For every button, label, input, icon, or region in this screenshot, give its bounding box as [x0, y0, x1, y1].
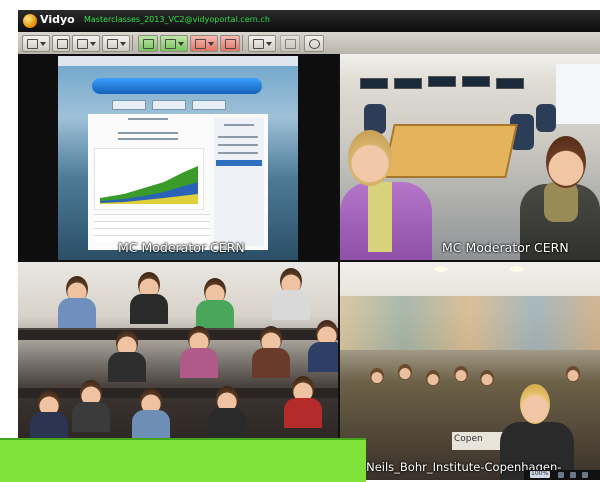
- room-monitor: [394, 78, 422, 89]
- speaker-button[interactable]: [160, 35, 188, 52]
- shared-page-tab: [112, 100, 146, 110]
- zoom-badge: 100%: [530, 470, 550, 478]
- shared-page-banner: [92, 78, 262, 94]
- participant-left-shirt: [368, 182, 392, 252]
- chevron-down-icon: [266, 42, 272, 46]
- shared-screen: [58, 56, 298, 260]
- self-view-icon: [57, 39, 68, 49]
- audience-member: [426, 370, 440, 386]
- chevron-down-icon: [90, 42, 96, 46]
- conference-title: Masterclasses_2013_VC2@vidyoportal.cern.…: [84, 15, 270, 24]
- shared-sidebar-text: [218, 144, 258, 146]
- tile-caption: MC Moderator CERN: [442, 240, 569, 255]
- shared-page-heading: [128, 118, 168, 120]
- video-tile-cern[interactable]: MC Moderator CERN: [340, 54, 600, 260]
- participants-icon: [253, 39, 264, 49]
- participants-button[interactable]: [248, 35, 276, 52]
- title-bar: Vidyo Masterclasses_2013_VC2@vidyoportal…: [18, 10, 600, 32]
- microphone-button[interactable]: [190, 35, 218, 52]
- toolbar-divider: [242, 35, 243, 51]
- shared-sidebar-text: [224, 124, 254, 126]
- participant-left-head: [348, 130, 392, 186]
- video-icon: [225, 39, 236, 49]
- room-window: [556, 64, 600, 124]
- classroom-bench: [18, 386, 338, 398]
- audience-member: [566, 366, 580, 382]
- gear-icon: [309, 39, 320, 49]
- office-chair: [536, 104, 556, 132]
- classroom-bench: [18, 328, 338, 340]
- speaker-icon: [165, 39, 176, 49]
- audience-member: [370, 368, 384, 384]
- wall-mural: [340, 296, 600, 350]
- microphone-icon: [195, 39, 206, 49]
- room-sign-text: Copen: [454, 434, 483, 444]
- shared-sidebar-selection: [216, 160, 262, 166]
- shared-sidebar-text: [218, 136, 258, 138]
- tray-volume-icon[interactable]: [570, 472, 576, 478]
- shared-page-text: [118, 138, 178, 140]
- monitor-icon: [77, 39, 88, 49]
- video-mute-button[interactable]: [220, 35, 240, 52]
- vidyo-logo-icon: [23, 14, 37, 28]
- tile-caption: MC Moderator CERN: [118, 240, 245, 255]
- chevron-down-icon: [40, 42, 46, 46]
- tray-flag-icon[interactable]: [582, 472, 588, 478]
- participant-right-head: [546, 136, 586, 188]
- devices-icon: [107, 39, 118, 49]
- tray-network-icon[interactable]: [558, 472, 564, 478]
- room-monitor: [496, 78, 524, 89]
- devices-button[interactable]: [102, 35, 130, 52]
- room-monitor: [360, 78, 388, 89]
- speaker-head: [520, 384, 550, 424]
- chat-button[interactable]: [280, 35, 300, 52]
- app-name: Vidyo: [40, 13, 75, 26]
- toolbar-divider: [132, 35, 133, 51]
- video-tile-screen-share[interactable]: MC Moderator CERN: [18, 54, 338, 260]
- shared-page-content: [88, 114, 268, 250]
- chevron-down-icon: [208, 42, 214, 46]
- settings-button[interactable]: [304, 35, 324, 52]
- shared-page-text: [118, 132, 178, 134]
- self-view-button[interactable]: [52, 35, 70, 52]
- camera-button[interactable]: [138, 35, 158, 52]
- participant-right-scarf: [544, 182, 578, 222]
- shared-area-chart: [94, 148, 204, 210]
- chat-icon: [285, 39, 296, 49]
- layout-button[interactable]: [22, 35, 50, 52]
- room-monitor: [428, 76, 456, 87]
- vidyo-window: Vidyo Masterclasses_2013_VC2@vidyoportal…: [18, 10, 600, 480]
- chevron-down-icon: [120, 42, 126, 46]
- video-tile-copenhagen[interactable]: Copen MC-Neils_Bohr_Institute-Copenhagen…: [340, 262, 600, 480]
- shared-page-tab: [152, 100, 186, 110]
- shared-page-table: [94, 214, 210, 242]
- green-overlay-panel: [0, 438, 366, 482]
- audience-member: [480, 370, 494, 386]
- shared-browser-bar: [58, 56, 298, 66]
- room-monitor: [462, 76, 490, 87]
- meeting-table: [382, 124, 518, 178]
- system-tray: 100%: [524, 470, 600, 480]
- audience-member: [398, 364, 412, 380]
- toolbar: [18, 32, 600, 55]
- grid-layout-icon: [27, 39, 38, 49]
- camera-icon: [143, 39, 154, 49]
- video-grid: MC Moderator CERN MC Moderator CERN Cope…: [18, 54, 600, 480]
- chevron-down-icon: [178, 42, 184, 46]
- audience-member: [454, 366, 468, 382]
- ceiling-lamp: [510, 266, 524, 272]
- shared-page-sidebar: [214, 118, 264, 246]
- share-button[interactable]: [72, 35, 100, 52]
- shared-sidebar-text: [218, 152, 258, 154]
- zoom-badge-text: 100%: [531, 470, 549, 477]
- shared-page-tab: [192, 100, 226, 110]
- ceiling-lamp: [434, 266, 448, 272]
